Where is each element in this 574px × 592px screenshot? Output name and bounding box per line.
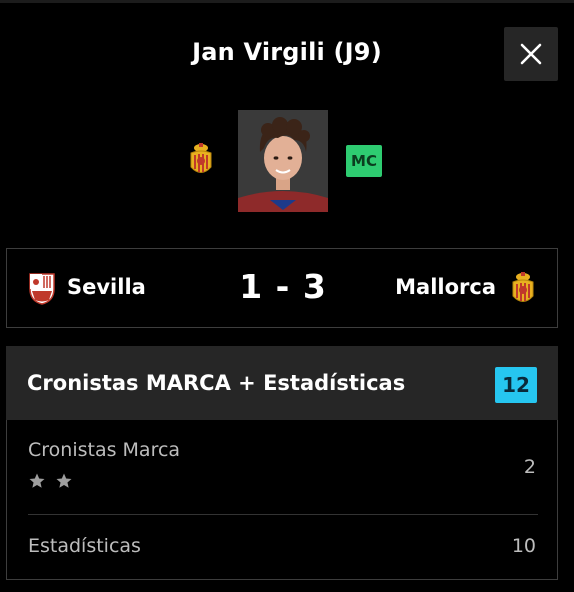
away-team-name: Mallorca [395,275,496,299]
total-score-badge: 12 [495,367,537,403]
star-icon [29,473,45,488]
close-icon [520,43,542,65]
cronistas-stars [28,472,73,494]
ratings-breakdown: Cronistas Marca 2 Estadísticas 10 [6,420,558,580]
cronistas-value: 2 [523,456,536,478]
mallorca-crest-icon [190,143,212,173]
player-name: Jan Virgili (J9) [192,38,382,66]
position-badge: MC [346,145,382,177]
star-icon [56,473,72,488]
match-score-box: Sevilla 1 - 3 Mallorca [6,248,558,328]
estadisticas-label: Estadísticas [28,535,141,557]
cronistas-label: Cronistas Marca [28,439,181,461]
mallorca-crest-icon [512,272,534,302]
top-divider [0,0,574,3]
ratings-title: Cronistas MARCA + Estadísticas [27,371,406,395]
close-button[interactable] [504,27,558,81]
ratings-header: Cronistas MARCA + Estadísticas 12 [6,346,558,420]
player-photo [238,110,328,212]
estadisticas-value: 10 [511,535,536,557]
row-divider [28,514,538,515]
